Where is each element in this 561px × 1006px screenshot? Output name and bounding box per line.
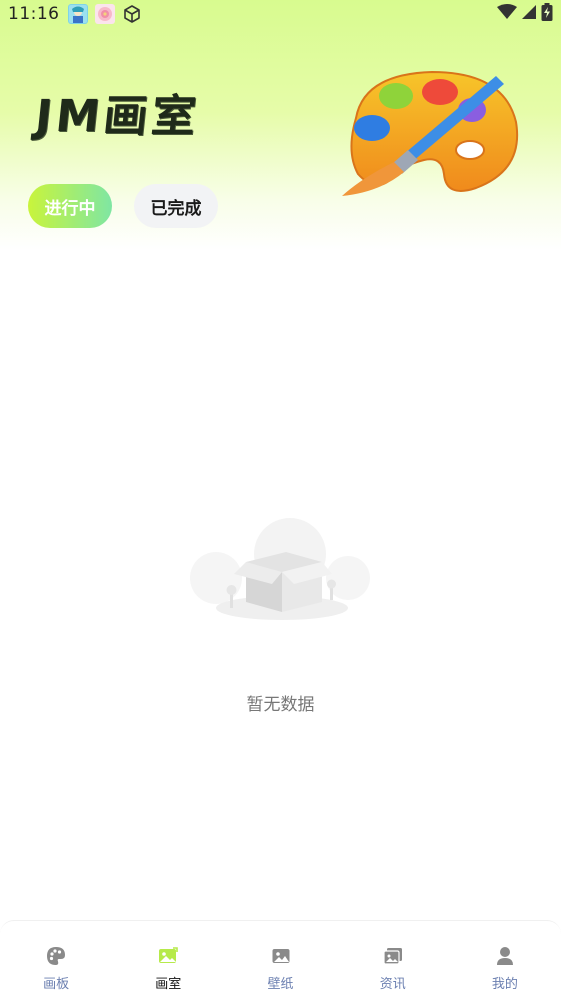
app-logo-text: JM画室 bbox=[32, 91, 203, 142]
nav-item-wallpaper[interactable]: 壁纸 bbox=[224, 921, 336, 1006]
anime-app-icon bbox=[67, 4, 88, 24]
wifi-icon bbox=[497, 4, 517, 24]
signal-icon bbox=[521, 4, 537, 24]
nav-item-profile[interactable]: 我的 bbox=[449, 921, 561, 1006]
status-indicators bbox=[497, 3, 553, 25]
status-time: 11:16 bbox=[8, 4, 60, 24]
status-bar: 11:16 bbox=[0, 0, 561, 28]
empty-state-text: 暂无数据 bbox=[246, 695, 315, 715]
nav-item-drawing-board[interactable]: 画板 bbox=[0, 921, 112, 1006]
tab-in-progress[interactable]: 进行中 bbox=[28, 184, 112, 228]
nav-label: 画板 bbox=[43, 977, 70, 992]
notification-icons bbox=[67, 4, 142, 24]
paint-palette-illustration bbox=[336, 66, 522, 202]
picture-icon bbox=[270, 945, 292, 967]
nav-label: 画室 bbox=[155, 977, 182, 992]
nav-label: 壁纸 bbox=[267, 977, 294, 992]
news-icon bbox=[382, 945, 404, 967]
nav-item-studio[interactable]: 画室 bbox=[112, 921, 224, 1006]
bottom-navigation: 画板 画室 壁纸 资讯 我的 bbox=[0, 920, 561, 1006]
nav-item-news[interactable]: 资讯 bbox=[337, 921, 449, 1006]
nav-label: 我的 bbox=[491, 977, 518, 992]
flower-app-icon bbox=[94, 4, 115, 24]
cube-icon bbox=[122, 4, 142, 24]
tab-completed[interactable]: 已完成 bbox=[134, 184, 218, 228]
palette-icon bbox=[45, 945, 67, 967]
battery-charging-icon bbox=[541, 3, 553, 25]
empty-box-illustration bbox=[186, 512, 372, 628]
image-icon bbox=[157, 945, 179, 967]
nav-label: 资讯 bbox=[379, 977, 406, 992]
user-icon bbox=[494, 945, 516, 967]
